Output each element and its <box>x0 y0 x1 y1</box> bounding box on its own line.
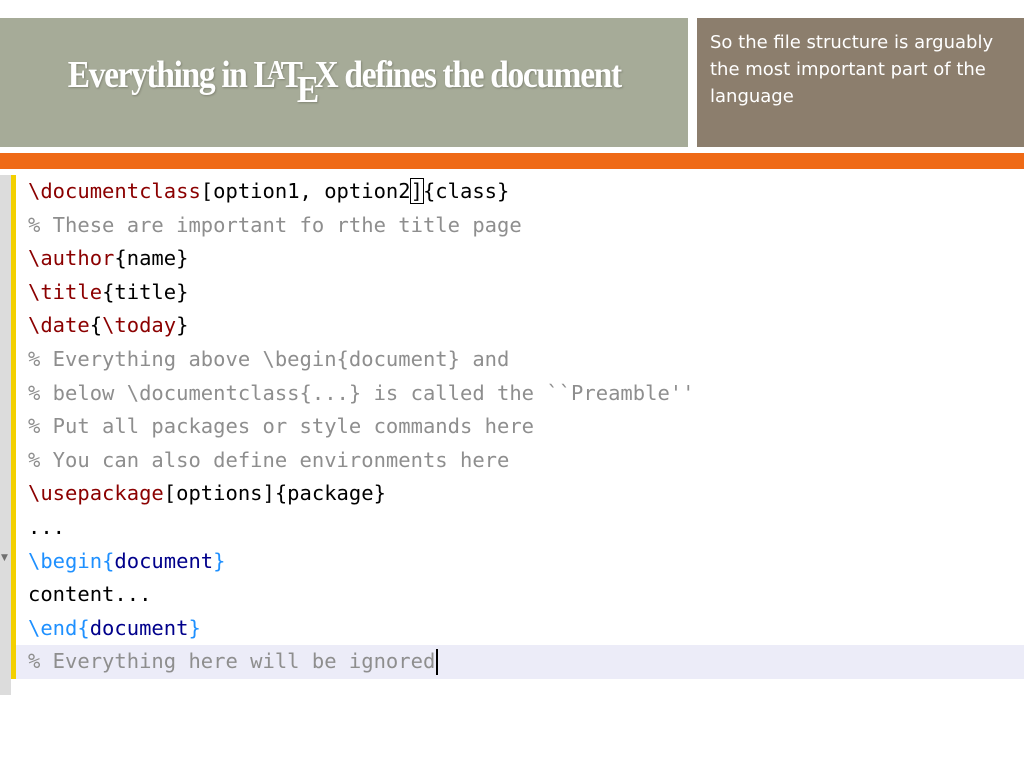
code-comment: % Put all packages or style commands her… <box>28 414 535 439</box>
code-brace-open: { <box>89 313 103 338</box>
code-line-5[interactable]: \date{\today} <box>16 309 1024 343</box>
title-suffix: defines the document <box>337 53 622 96</box>
code-command: \author <box>28 246 115 271</box>
title-band: Everything in LATEX defines the document <box>0 18 688 147</box>
code-brace-close: } <box>176 313 189 338</box>
code-env-name: document <box>89 615 189 640</box>
code-command: \date <box>28 313 90 338</box>
code-text: ... <box>28 514 66 539</box>
code-comment: % These are important fo rthe title page <box>28 212 522 237</box>
latex-logo-x: X <box>314 53 338 96</box>
code-line-13[interactable]: content... <box>16 578 1024 612</box>
title-prefix: Everything in <box>67 53 254 96</box>
code-argument: [options]{package} <box>163 481 386 506</box>
code-brace-open: { <box>102 548 115 573</box>
code-env-name: document <box>114 548 214 573</box>
code-env-command: \end <box>28 615 78 640</box>
code-brace-close: } <box>213 548 226 573</box>
text-caret <box>436 649 439 676</box>
code-lines: \documentclass[option1, option2]{class} … <box>16 175 1024 679</box>
code-comment: % Everything here will be ignored <box>28 649 436 674</box>
code-command: \title <box>28 279 103 304</box>
slide-title: Everything in LATEX defines the document <box>67 53 622 113</box>
code-comment: % below \documentclass{...} is called th… <box>28 380 695 405</box>
code-line-3[interactable]: \author{name} <box>16 242 1024 276</box>
code-line-1[interactable]: \documentclass[option1, option2]{class} <box>16 175 1024 209</box>
code-line-11[interactable]: ... <box>16 511 1024 545</box>
code-argument: {class} <box>422 179 510 203</box>
code-line-14[interactable]: \end{document} <box>16 612 1024 646</box>
code-line-6[interactable]: % Everything above \begin{document} and <box>16 343 1024 377</box>
latex-logo: LATEX <box>253 53 338 113</box>
code-brace-open: { <box>77 615 90 640</box>
fold-marker-icon[interactable]: ▼ <box>1 553 8 563</box>
code-line-10[interactable]: \usepackage[options]{package} <box>16 477 1024 511</box>
note-text: So the file structure is arguably the mo… <box>710 32 994 107</box>
code-brace-close: } <box>188 615 201 640</box>
code-line-2[interactable]: % These are important fo rthe title page <box>16 209 1024 243</box>
code-command-inner: \today <box>102 313 177 338</box>
code-argument: {name} <box>114 246 189 271</box>
code-command: \documentclass <box>28 179 201 203</box>
bracket-match-highlight: ] <box>409 178 424 204</box>
code-line-8[interactable]: % Put all packages or style commands her… <box>16 410 1024 444</box>
code-line-12[interactable]: \begin{document} <box>16 545 1024 579</box>
code-comment: % Everything above \begin{document} and <box>28 346 510 371</box>
code-text: content... <box>28 582 152 607</box>
editor-gutter <box>0 175 11 695</box>
code-comment: % You can also define environments here <box>28 447 510 472</box>
code-options: [option1, option2 <box>200 179 411 203</box>
code-env-command: \begin <box>28 548 103 573</box>
accent-divider <box>0 153 1024 169</box>
code-line-9[interactable]: % You can also define environments here <box>16 444 1024 478</box>
code-line-15-current[interactable]: % Everything here will be ignored <box>16 645 1024 679</box>
slide: Everything in LATEX defines the document… <box>0 0 1024 768</box>
code-line-7[interactable]: % below \documentclass{...} is called th… <box>16 377 1024 411</box>
code-editor[interactable]: ▼ \documentclass[option1, option2]{class… <box>0 175 1024 695</box>
code-line-4[interactable]: \title{title} <box>16 276 1024 310</box>
note-band: So the file structure is arguably the mo… <box>697 18 1024 147</box>
code-argument: {title} <box>102 279 189 304</box>
code-command: \usepackage <box>28 481 164 506</box>
